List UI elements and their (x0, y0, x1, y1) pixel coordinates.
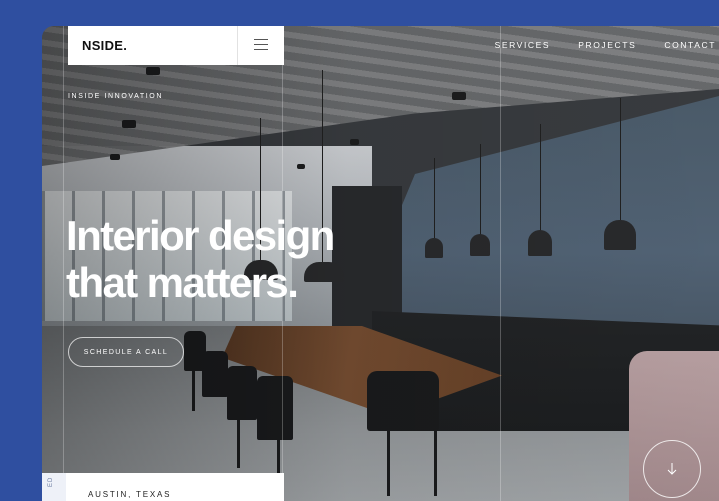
hero-title-line2: that matters. (66, 259, 299, 306)
hamburger-menu-icon[interactable] (254, 39, 268, 51)
grid-guide-line (500, 26, 501, 501)
hero-frame: NSIDE. SERVICES PROJECTS CONTACT INSIDE … (42, 26, 719, 501)
scroll-down-button[interactable] (643, 440, 701, 498)
main-nav: SERVICES PROJECTS CONTACT (492, 38, 719, 52)
grid-guide-line (63, 26, 64, 501)
brand-box: NSIDE. (68, 26, 284, 65)
schedule-call-button[interactable]: SCHEDULE A CALL (68, 337, 184, 367)
hero-title-line1: Interior design (66, 212, 335, 259)
brand-divider (237, 26, 238, 65)
nav-contact[interactable]: CONTACT (661, 38, 719, 52)
logo[interactable]: NSIDE. (82, 38, 127, 53)
nav-projects[interactable]: PROJECTS (575, 38, 639, 52)
nav-services[interactable]: SERVICES (492, 38, 554, 52)
location-text: AUSTIN, TEXAS (88, 490, 172, 499)
arrow-down-icon (667, 463, 677, 475)
location-side-label: ED (48, 476, 54, 487)
location-side-strip: ED (42, 473, 66, 501)
location-card: ED AUSTIN, TEXAS (42, 473, 284, 501)
hero-eyebrow: INSIDE INNOVATION (68, 93, 164, 100)
hero-title: Interior design that matters. (66, 212, 386, 306)
